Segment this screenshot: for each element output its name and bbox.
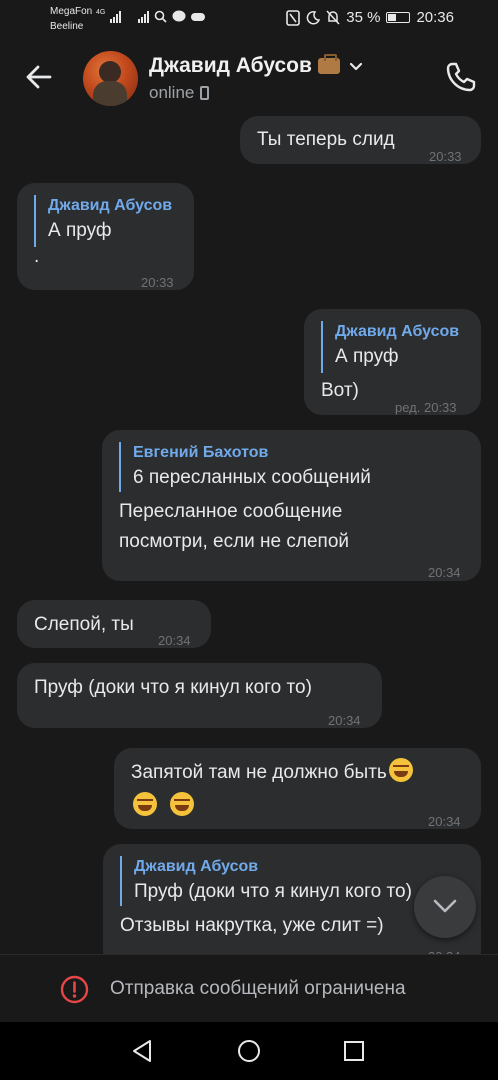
- status-left-icons: 4G: [96, 9, 206, 23]
- nav-back-icon[interactable]: [131, 1039, 153, 1063]
- online-status: online: [149, 83, 210, 103]
- avatar[interactable]: [83, 51, 138, 106]
- restriction-text: Отправка сообщений ограничена: [110, 978, 406, 999]
- reply-text: А пруф: [335, 346, 399, 367]
- rofl-emoji-icon: [133, 792, 157, 816]
- message-time: 20:34: [428, 814, 461, 829]
- message-text: Вот): [321, 380, 359, 401]
- message-time: 20:34: [428, 565, 461, 580]
- emoji-row: [133, 792, 198, 821]
- message-time: ред. 20:33: [395, 400, 457, 415]
- message-time: 20:34: [158, 633, 191, 648]
- battery-percent: 35 %: [346, 9, 381, 26]
- moon-icon: [306, 10, 321, 24]
- back-arrow-icon[interactable]: [24, 62, 54, 92]
- status-right: 35 % 20:36: [286, 9, 454, 26]
- reply-quote[interactable]: Евгений Бахотов 6 пересланных сообщений: [119, 442, 371, 492]
- nfc-icon: [286, 9, 301, 26]
- message-text: Запятой там не должно быть: [131, 758, 417, 787]
- warning-icon: [60, 975, 89, 1004]
- message-list[interactable]: Ты теперь слид 20:33 Джавид Абусов А пру…: [0, 116, 498, 954]
- message-incoming[interactable]: Джавид Абусов А пруф . 20:33: [17, 183, 194, 290]
- message-text: Ты теперь слид: [257, 129, 395, 150]
- message-incoming[interactable]: Слепой, ты 20:34: [17, 600, 211, 648]
- nav-recent-apps-icon[interactable]: [343, 1040, 365, 1062]
- message-text-line1: Пересланное сообщение: [119, 501, 343, 522]
- message-time: 20:33: [429, 149, 462, 164]
- message-incoming[interactable]: Пруф (доки что я кинул кого то) 20:34: [17, 663, 382, 728]
- status-text: online: [149, 83, 195, 102]
- message-outgoing[interactable]: Запятой там не должно быть 20:34: [114, 748, 481, 829]
- reply-text: 6 пересланных сообщений: [133, 467, 371, 488]
- message-text-content: Запятой там не должно быть: [131, 762, 387, 783]
- operator-2: Beeline: [50, 21, 84, 32]
- message-text: .: [34, 246, 40, 267]
- reply-text: А пруф: [48, 220, 112, 241]
- chevron-down-icon: [433, 899, 457, 913]
- message-text-line2: посмотри, если не слепой: [119, 531, 350, 552]
- briefcase-icon: [317, 54, 340, 74]
- message-text: Отзывы накрутка, уже слит =): [120, 915, 384, 936]
- network-tag: 4G: [96, 9, 106, 16]
- search-icon: [155, 10, 167, 23]
- operator-1: MegaFon: [50, 6, 93, 17]
- phone-icon[interactable]: [444, 60, 478, 94]
- reply-author: Джавид Абусов: [134, 858, 259, 875]
- rofl-emoji-icon: [388, 758, 413, 782]
- clock: 20:36: [416, 9, 454, 26]
- message-outgoing[interactable]: Ты теперь слид 20:33: [240, 116, 481, 164]
- reply-quote[interactable]: Джавид Абусов А пруф: [321, 321, 459, 373]
- rofl-emoji-icon: [170, 792, 195, 816]
- status-bar: MegaFon Beeline 4G 35 % 20:36: [0, 0, 498, 38]
- reply-quote[interactable]: Джавид Абусов А пруф: [34, 195, 172, 247]
- signal-icon: [110, 10, 122, 23]
- nav-home-icon[interactable]: [237, 1039, 261, 1063]
- message-text: Слепой, ты: [34, 614, 134, 635]
- message-outgoing[interactable]: Джавид Абусов А пруф Вот) ред. 20:33: [304, 309, 481, 415]
- reply-author: Джавид Абусов: [48, 197, 173, 214]
- reply-text: Пруф (доки что я кинул кого то): [134, 881, 412, 902]
- bell-off-icon: [326, 10, 340, 25]
- contact-title[interactable]: Джавид Абусов: [149, 54, 364, 78]
- message-text: Пруф (доки что я кинул кого то): [34, 677, 312, 698]
- battery-icon: [386, 12, 411, 23]
- reply-author: Евгений Бахотов: [133, 444, 269, 461]
- reply-quote[interactable]: Джавид Абусов Пруф (доки что я кинул ког…: [120, 856, 460, 906]
- gamepad-icon: [191, 13, 206, 21]
- signal-icon-2: [138, 10, 150, 23]
- reply-author: Джавид Абусов: [335, 323, 460, 340]
- message-outgoing[interactable]: Евгений Бахотов 6 пересланных сообщений …: [102, 430, 481, 581]
- messaging-restricted-banner: Отправка сообщений ограничена: [0, 954, 498, 1022]
- chat-bubble-icon: [172, 10, 186, 22]
- scroll-to-bottom-button[interactable]: [414, 876, 476, 938]
- message-time: 20:34: [328, 713, 361, 728]
- system-nav-bar: [0, 1022, 498, 1080]
- contact-name: Джавид Абусов: [149, 54, 312, 77]
- chat-header: Джавид Абусов online: [0, 38, 498, 116]
- message-time: 20:34: [428, 942, 461, 954]
- message-time: 20:33: [141, 275, 174, 290]
- chevron-down-icon[interactable]: [348, 58, 364, 74]
- mobile-device-icon: [200, 86, 210, 100]
